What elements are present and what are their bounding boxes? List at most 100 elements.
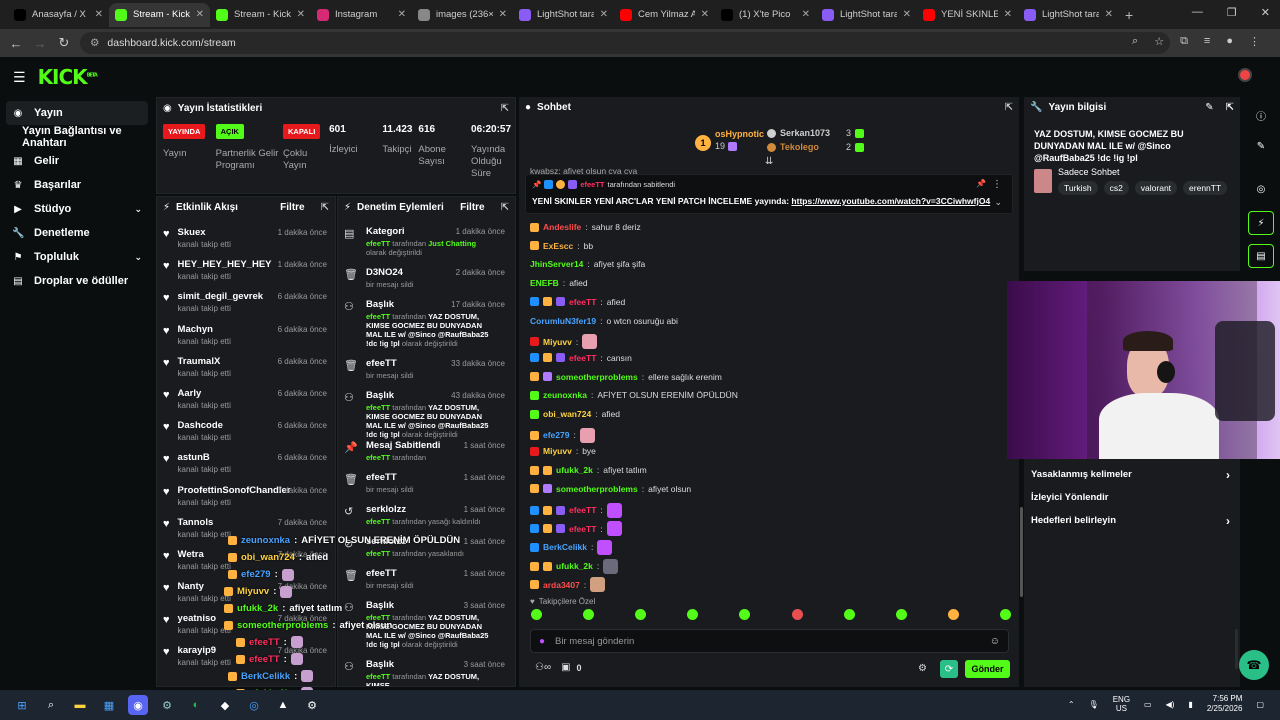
chrome-icon[interactable]: ◎ [244, 695, 264, 715]
app-icon[interactable]: ▲ [273, 695, 293, 715]
emote-icon[interactable] [895, 609, 907, 620]
emoji-icon[interactable]: ☺ [990, 636, 1000, 647]
browser-tab[interactable]: (1) X'te Pico ✕ [715, 3, 816, 27]
close-tab-icon[interactable]: ✕ [95, 9, 103, 20]
chat-username[interactable]: zeunoxnka [543, 390, 587, 400]
follower-name[interactable]: Dashcode [178, 420, 231, 431]
chat-username[interactable]: efeeTT [569, 505, 596, 515]
popout-icon[interactable]: ⇱ [501, 103, 509, 114]
chat-message[interactable]: Miyuvv: bye [530, 446, 596, 456]
browser-tab[interactable]: Cem Yilmaz Ar ✕ [614, 3, 715, 27]
chat-scrollbar[interactable] [1020, 507, 1023, 597]
language-indicator[interactable]: ENG US [1113, 695, 1130, 714]
close-tab-icon[interactable]: ✕ [196, 9, 204, 20]
moderation-item[interactable]: ▤ Kategori efeeTT tarafından Just Chatting… [338, 223, 515, 264]
category-thumbnail[interactable] [1034, 169, 1052, 194]
close-tab-icon[interactable]: ✕ [1105, 9, 1113, 20]
follower-name[interactable]: Aarly [178, 388, 231, 399]
activity-item[interactable]: ♥ ProofettinSonofChandler kanalı takip ett… [157, 479, 335, 511]
chat-username[interactable]: efeeTT [569, 297, 596, 307]
chat-message[interactable]: ENEFB: afied [530, 278, 588, 288]
follower-name[interactable]: HEY_HEY_HEY_HEY [178, 259, 272, 270]
chat-username[interactable]: ufukk_2k [556, 465, 593, 475]
browser-tab[interactable]: Stream - Kick D ✕ [210, 3, 311, 27]
moderation-item[interactable]: 🗑 efeeTT bir mesajı sildi 1 saat önce [338, 469, 515, 501]
emote-icon[interactable] [739, 609, 751, 620]
emote-icon[interactable] [687, 609, 699, 620]
activity-item[interactable]: ♥ Machyn kanalı takip etti 6 dakika önce [157, 318, 335, 350]
clock[interactable]: 7:56 PM 2/25/2026 [1207, 694, 1243, 715]
settings-item[interactable]: Yasaklanmış kelimeler › [1024, 463, 1240, 486]
emote-icon[interactable] [635, 609, 647, 620]
tag-chip[interactable]: cs2 [1103, 181, 1129, 196]
tag-chip[interactable]: valorant [1134, 181, 1178, 196]
browser-tab[interactable]: LightShot taraf ✕ [513, 3, 614, 27]
site-info-icon[interactable]: ⚙ [90, 37, 99, 49]
settings-item[interactable]: İzleyici Yönlendir [1024, 486, 1240, 509]
notifications-icon[interactable]: ▢ [1256, 700, 1264, 709]
hamburger-menu-icon[interactable]: ☰ [13, 69, 26, 86]
sidebar-item[interactable]: ⚑ Topluluk ⌄ [0, 245, 154, 269]
browser-tab[interactable]: Stream - Kick D ✕ [109, 2, 210, 27]
browser-tab[interactable]: Instagram ✕ [311, 3, 412, 27]
chat-message[interactable]: BerkCelikk: [530, 539, 613, 555]
chat-message[interactable]: ufukk_2k: afiyet tatlım [530, 465, 647, 475]
popout-icon[interactable]: ⇱ [1005, 102, 1013, 113]
chevron-down-icon[interactable]: ⌄ [134, 252, 142, 263]
activity-item[interactable]: ♥ simit_degil_gevrek kanalı takip etti 6 da… [157, 285, 335, 317]
moderation-item[interactable]: 🗑 efeeTT bir mesajı sildi 33 dakika önce [338, 355, 515, 387]
browser-tab[interactable]: LightShot taraf ✕ [1018, 3, 1119, 27]
user-avatar[interactable] [1238, 68, 1252, 82]
category-name[interactable]: Sadece Sohbet [1058, 167, 1227, 177]
follower-name[interactable]: ProofettinSonofChandler [178, 485, 291, 496]
emote-icon[interactable] [999, 609, 1011, 620]
close-tab-icon[interactable]: ✕ [600, 9, 608, 20]
chat-message[interactable]: arda3407: [530, 577, 606, 593]
chat-username[interactable]: obi_wan724 [543, 409, 591, 419]
document-icon[interactable]: ▤ [1248, 244, 1274, 268]
moderation-item[interactable]: 🗑 D3NO24 bir mesajı sildi 2 dakika önce [338, 264, 515, 296]
follower-name[interactable]: Nanty [178, 581, 231, 592]
camera-icon[interactable]: ◎ [1248, 177, 1274, 201]
help-chat-icon[interactable]: ☎ [1239, 650, 1269, 680]
chat-message[interactable]: Miyuvv: [530, 334, 598, 350]
popout-icon[interactable]: ⇱ [1226, 102, 1234, 113]
browser-tab[interactable]: LightShot taraf ✕ [816, 3, 917, 27]
follower-name[interactable]: astunB [178, 452, 231, 463]
activity-item[interactable]: ♥ Skuex kanalı takip etti 1 dakika önce [157, 221, 335, 253]
moderation-filter-button[interactable]: Filtre [460, 202, 484, 213]
pinned-link[interactable]: https://www.youtube.com/watch?v=3CCiwhwf… [791, 196, 990, 206]
chat-message[interactable]: CorumluN3fer19: o wtcn osuruğu abi [530, 316, 678, 326]
chat-message[interactable]: ufukk_2k: [530, 558, 619, 574]
follower-name[interactable]: simit_degil_gevrek [178, 291, 264, 302]
close-tab-icon[interactable]: ✕ [802, 9, 810, 20]
moderation-item[interactable]: ⚇ Başlık efeeTT tarafından YAZ DOSTUM, KIM… [338, 296, 515, 355]
new-tab-icon[interactable]: + [1125, 7, 1133, 23]
settings-item[interactable]: Hedefleri belirleyin › [1024, 509, 1240, 532]
chat-username[interactable]: arda3407 [543, 580, 580, 590]
chat-username[interactable]: someotherproblems [556, 372, 638, 382]
close-window-icon[interactable]: ✕ [1261, 6, 1270, 19]
moderation-item[interactable]: 🗑 efeeTT bir mesajı sildi 1 saat önce [338, 565, 515, 597]
leaderboard-entry[interactable]: Serkan1073 3 [767, 128, 865, 138]
file-explorer-icon[interactable]: ▬ [70, 695, 90, 715]
sidebar-item[interactable]: 🔧 Denetleme [0, 221, 154, 245]
emote-icon[interactable] [947, 609, 959, 620]
refresh-icon[interactable]: ⟳ [940, 660, 958, 678]
chat-message[interactable]: zeunoxnka: AFİYET OLSUN ERENİM ÖPÜLDÜN [530, 390, 738, 400]
chat-message[interactable]: efeeTT: afied [530, 297, 625, 307]
chat-message[interactable]: efe279: [530, 427, 595, 443]
pin-icon[interactable]: 📌 [976, 179, 986, 188]
chat-message[interactable]: efeeTT: [530, 502, 622, 518]
search-icon[interactable]: ⌕ [41, 695, 61, 715]
back-icon[interactable]: ← [4, 36, 28, 51]
mic-icon[interactable]: 🎙 [1089, 700, 1099, 709]
chat-message[interactable]: Andeslife: sahur 8 deriz [530, 222, 641, 232]
edit-icon[interactable]: ✎ [1205, 102, 1213, 113]
browser-tab[interactable]: YENİ SKINLER ✕ [917, 3, 1018, 27]
moderation-item[interactable]: ⚇ Başlık efeeTT tarafından YAZ DOSTUM, KIM… [338, 656, 515, 686]
gift-icon[interactable]: ▣ [561, 662, 570, 673]
follower-name[interactable]: yeatniso [178, 613, 231, 624]
chat-username[interactable]: Andeslife [543, 222, 581, 232]
chat-username[interactable]: efe279 [543, 430, 569, 440]
